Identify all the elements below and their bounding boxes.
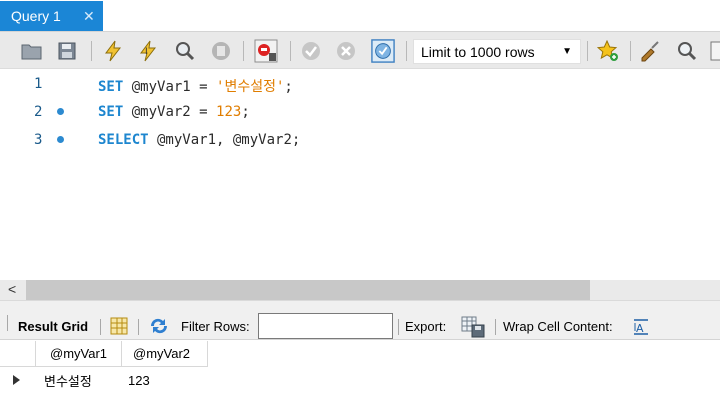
toolbar-separator bbox=[7, 315, 8, 331]
statement-marker-icon bbox=[57, 108, 64, 115]
sql-text: @myVar2 = bbox=[123, 104, 217, 120]
filter-rows-input[interactable] bbox=[258, 313, 393, 339]
tab-title: Query 1 bbox=[11, 8, 61, 24]
result-grid: @myVar1 @myVar2 변수설정 123 bbox=[0, 341, 720, 410]
sql-string-literal: '변수설정' bbox=[216, 79, 285, 95]
limit-rows-select[interactable]: Limit to 1000 rows ▼ bbox=[413, 39, 581, 64]
export-label: Export: bbox=[405, 319, 447, 334]
toolbar-separator bbox=[100, 319, 101, 335]
toolbar-separator bbox=[587, 41, 588, 61]
grid-layout-icon[interactable] bbox=[110, 317, 128, 338]
query-toolbar: I Limit to 1000 rows ▼ bbox=[0, 31, 720, 69]
sql-terminator: ; bbox=[284, 79, 293, 95]
statement-marker-icon bbox=[57, 136, 64, 143]
row-header-corner bbox=[0, 341, 36, 367]
toggle-error-icon[interactable] bbox=[254, 39, 278, 63]
wrap-cell-content-label: Wrap Cell Content: bbox=[503, 319, 613, 334]
sql-terminator: ; bbox=[241, 104, 250, 120]
sql-editor[interactable]: 1 SET @myVar1 = '변수설정'; 2 SET @myVar2 = … bbox=[0, 69, 720, 280]
toolbar-separator bbox=[406, 41, 407, 61]
svg-text:I: I bbox=[145, 47, 148, 57]
toolbar-separator bbox=[243, 41, 244, 61]
bookmark-icon[interactable] bbox=[596, 39, 620, 63]
sql-keyword: SELECT bbox=[98, 132, 149, 148]
toolbar-separator bbox=[91, 41, 92, 61]
line-number: 2 bbox=[34, 104, 43, 120]
toolbar-separator bbox=[138, 319, 139, 335]
code-text: SELECT @myVar1, @myVar2; bbox=[98, 132, 300, 148]
beautify-icon[interactable] bbox=[638, 39, 662, 63]
scroll-left-arrow-icon[interactable]: < bbox=[8, 281, 16, 297]
close-icon[interactable]: ✕ bbox=[83, 8, 95, 25]
chevron-down-icon: ▼ bbox=[562, 46, 572, 57]
line-number: 3 bbox=[34, 132, 43, 148]
execute-icon[interactable] bbox=[101, 39, 125, 63]
tab-strip: Query 1 ✕ bbox=[0, 0, 720, 31]
sql-keyword: SET bbox=[98, 104, 124, 120]
save-icon[interactable] bbox=[55, 39, 79, 63]
toolbar-separator bbox=[630, 41, 631, 61]
column-header[interactable]: @myVar1 bbox=[36, 341, 122, 367]
stop-icon[interactable] bbox=[209, 39, 233, 63]
commit-icon[interactable] bbox=[299, 39, 323, 63]
sql-keyword: SET bbox=[98, 79, 124, 95]
editor-line[interactable]: 3 SELECT @myVar1, @myVar2; bbox=[0, 128, 720, 150]
filter-rows-label: Filter Rows: bbox=[181, 319, 250, 334]
code-text: SET @myVar1 = '변수설정'; bbox=[98, 76, 293, 96]
sql-text: @myVar1, @myVar2; bbox=[148, 132, 301, 148]
grid-header-row: @myVar1 @myVar2 bbox=[0, 341, 720, 367]
code-text: SET @myVar2 = 123; bbox=[98, 104, 250, 120]
scrollbar-thumb[interactable] bbox=[26, 280, 590, 300]
result-toolbar: Result Grid Filter Rows: Export: Wrap Ce… bbox=[0, 300, 720, 340]
line-number: 1 bbox=[34, 76, 43, 92]
toolbar-separator bbox=[290, 41, 291, 61]
toolbar-separator bbox=[398, 319, 399, 335]
export-icon[interactable] bbox=[461, 316, 485, 341]
toolbar-separator bbox=[495, 319, 496, 335]
editor-line[interactable]: 1 SET @myVar1 = '변수설정'; bbox=[0, 72, 720, 96]
autocommit-icon[interactable] bbox=[371, 39, 395, 63]
grid-cell[interactable]: 123 bbox=[128, 368, 208, 393]
result-grid-tab[interactable]: Result Grid bbox=[18, 319, 88, 334]
column-header[interactable]: @myVar2 bbox=[122, 341, 208, 367]
horizontal-scrollbar[interactable]: < bbox=[0, 280, 720, 300]
svg-text:A: A bbox=[636, 322, 644, 335]
rollback-icon[interactable] bbox=[334, 39, 358, 63]
grid-cell[interactable]: 변수설정 bbox=[44, 368, 124, 393]
refresh-icon[interactable] bbox=[148, 317, 170, 338]
editor-line[interactable]: 2 SET @myVar2 = 123; bbox=[0, 100, 720, 122]
sql-text: @myVar1 = bbox=[123, 79, 217, 95]
limit-rows-label: Limit to 1000 rows bbox=[421, 43, 535, 60]
sql-number-literal: 123 bbox=[216, 104, 242, 120]
open-folder-icon[interactable] bbox=[20, 39, 44, 63]
current-row-arrow-icon bbox=[13, 375, 20, 385]
toggle-wrap-icon[interactable] bbox=[706, 39, 720, 63]
tab-query-1[interactable]: Query 1 ✕ bbox=[0, 1, 103, 31]
explain-icon[interactable] bbox=[172, 39, 196, 63]
find-icon[interactable] bbox=[675, 39, 699, 63]
execute-current-icon[interactable]: I bbox=[136, 39, 160, 63]
wrap-text-icon[interactable]: A bbox=[632, 318, 650, 339]
